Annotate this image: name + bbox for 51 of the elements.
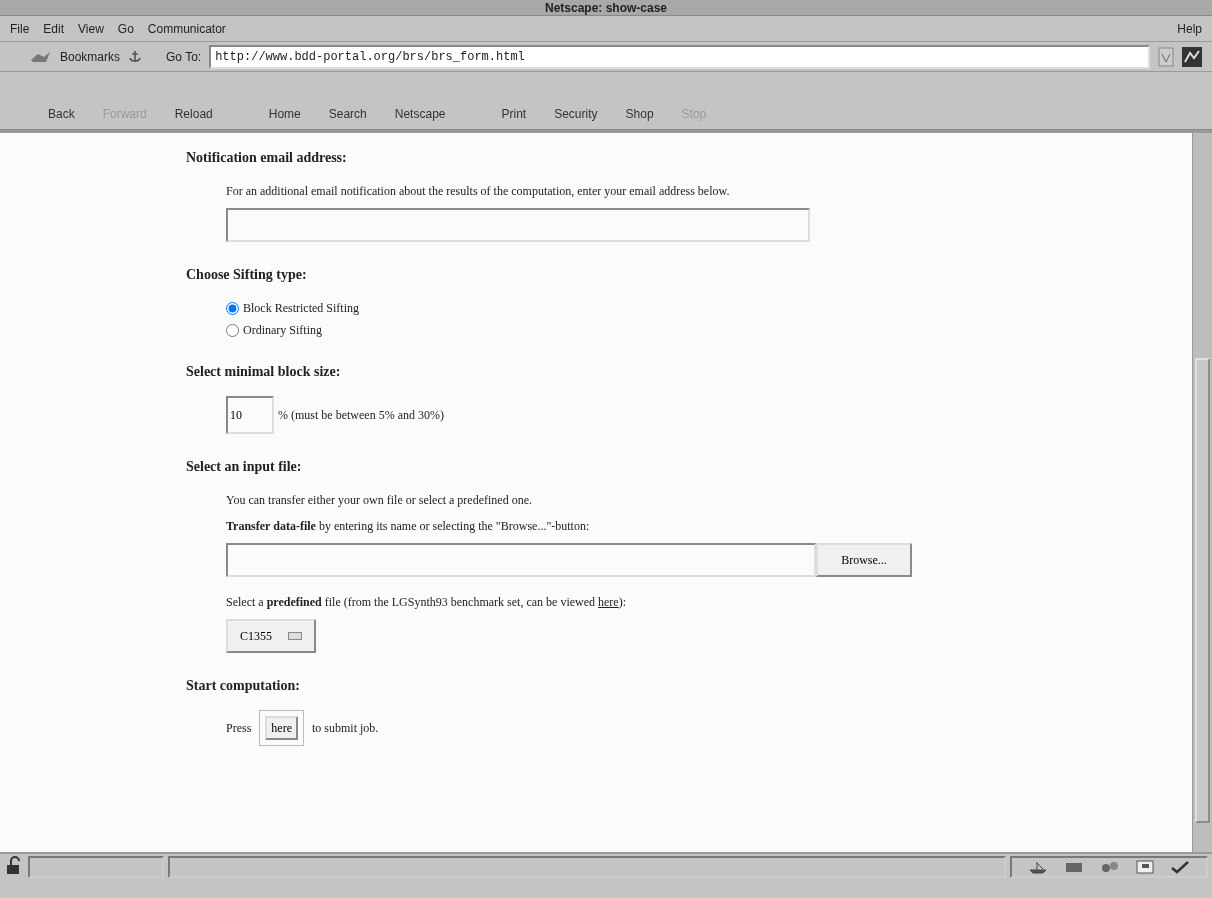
email-field[interactable]: [226, 208, 810, 242]
submit-button[interactable]: here: [265, 716, 298, 740]
anchor-icon: [128, 48, 143, 65]
go-to-label: Go To:: [166, 48, 202, 66]
menu-item[interactable]: File: [10, 19, 30, 38]
toolbar-button[interactable]: Search: [328, 104, 367, 123]
toolbar-button[interactable]: Netscape: [394, 104, 446, 123]
section-heading: Choose Sifting type:: [186, 266, 308, 284]
window-title: Netscape: show-case: [544, 1, 668, 15]
section-heading: Select an input file:: [186, 458, 303, 476]
link[interactable]: here: [598, 595, 619, 609]
radio-button[interactable]: [226, 301, 239, 315]
logo-icon[interactable]: [1182, 46, 1202, 67]
ship-icon[interactable]: [1028, 860, 1048, 874]
radio-label: Block Restricted Sifting: [243, 300, 359, 317]
section-heading: Select minimal block size:: [186, 363, 342, 381]
submit-label: Press: [226, 720, 252, 737]
composer-icon[interactable]: [1136, 860, 1154, 874]
mail-icon[interactable]: [1064, 860, 1084, 874]
paragraph: Transfer data-file by entering its name or selecting the "Browse..."-button:: [226, 518, 591, 535]
size-field[interactable]: 10: [226, 396, 274, 434]
url-field[interactable]: http://www.bdd-portal.org/brs/brs_form.html: [209, 44, 1150, 69]
field-hint: % (must be between 5% and 30%): [278, 407, 444, 424]
people-icon[interactable]: [1100, 860, 1120, 874]
menu-item[interactable]: Help: [1177, 19, 1202, 38]
toolbar-button[interactable]: Back: [48, 104, 75, 123]
file-select[interactable]: C1355: [226, 619, 316, 653]
menu-item[interactable]: Communicator: [147, 19, 226, 38]
menu-item[interactable]: View: [78, 19, 104, 38]
section-heading: Notification email address:: [186, 149, 348, 167]
menu-item[interactable]: Edit: [43, 19, 65, 38]
radio-button[interactable]: [226, 323, 239, 337]
check-icon[interactable]: [1170, 860, 1190, 874]
paragraph: You can transfer either your own file or select a predefined one.: [226, 492, 533, 509]
file-field[interactable]: [226, 543, 816, 577]
toolbar-button[interactable]: Shop: [625, 104, 654, 123]
paragraph: For an additional email notification about the results of the computation, enter your email address below.: [226, 183, 731, 200]
menu-item[interactable]: Go: [117, 19, 134, 38]
toolbar-button[interactable]: Security: [554, 104, 598, 123]
dropdown-icon[interactable]: [1158, 46, 1174, 67]
radio-label: Ordinary Sifting: [243, 322, 322, 339]
bookmarks-button[interactable]: Bookmarks: [60, 47, 121, 66]
dropdown-icon: [288, 632, 302, 640]
toolbar-button[interactable]: Reload: [174, 104, 213, 123]
scrollbar[interactable]: [1192, 133, 1212, 852]
browse-button[interactable]: Browse...: [816, 543, 912, 577]
submit-label: to submit job.: [312, 720, 379, 737]
toolbar-button[interactable]: Home: [268, 104, 301, 123]
paragraph: Select a predefined file (from the LGSynth93 benchmark set, can be viewed here):: [226, 594, 628, 611]
section-heading: Start computation:: [186, 677, 301, 695]
toolbar-button[interactable]: Print: [501, 104, 527, 123]
